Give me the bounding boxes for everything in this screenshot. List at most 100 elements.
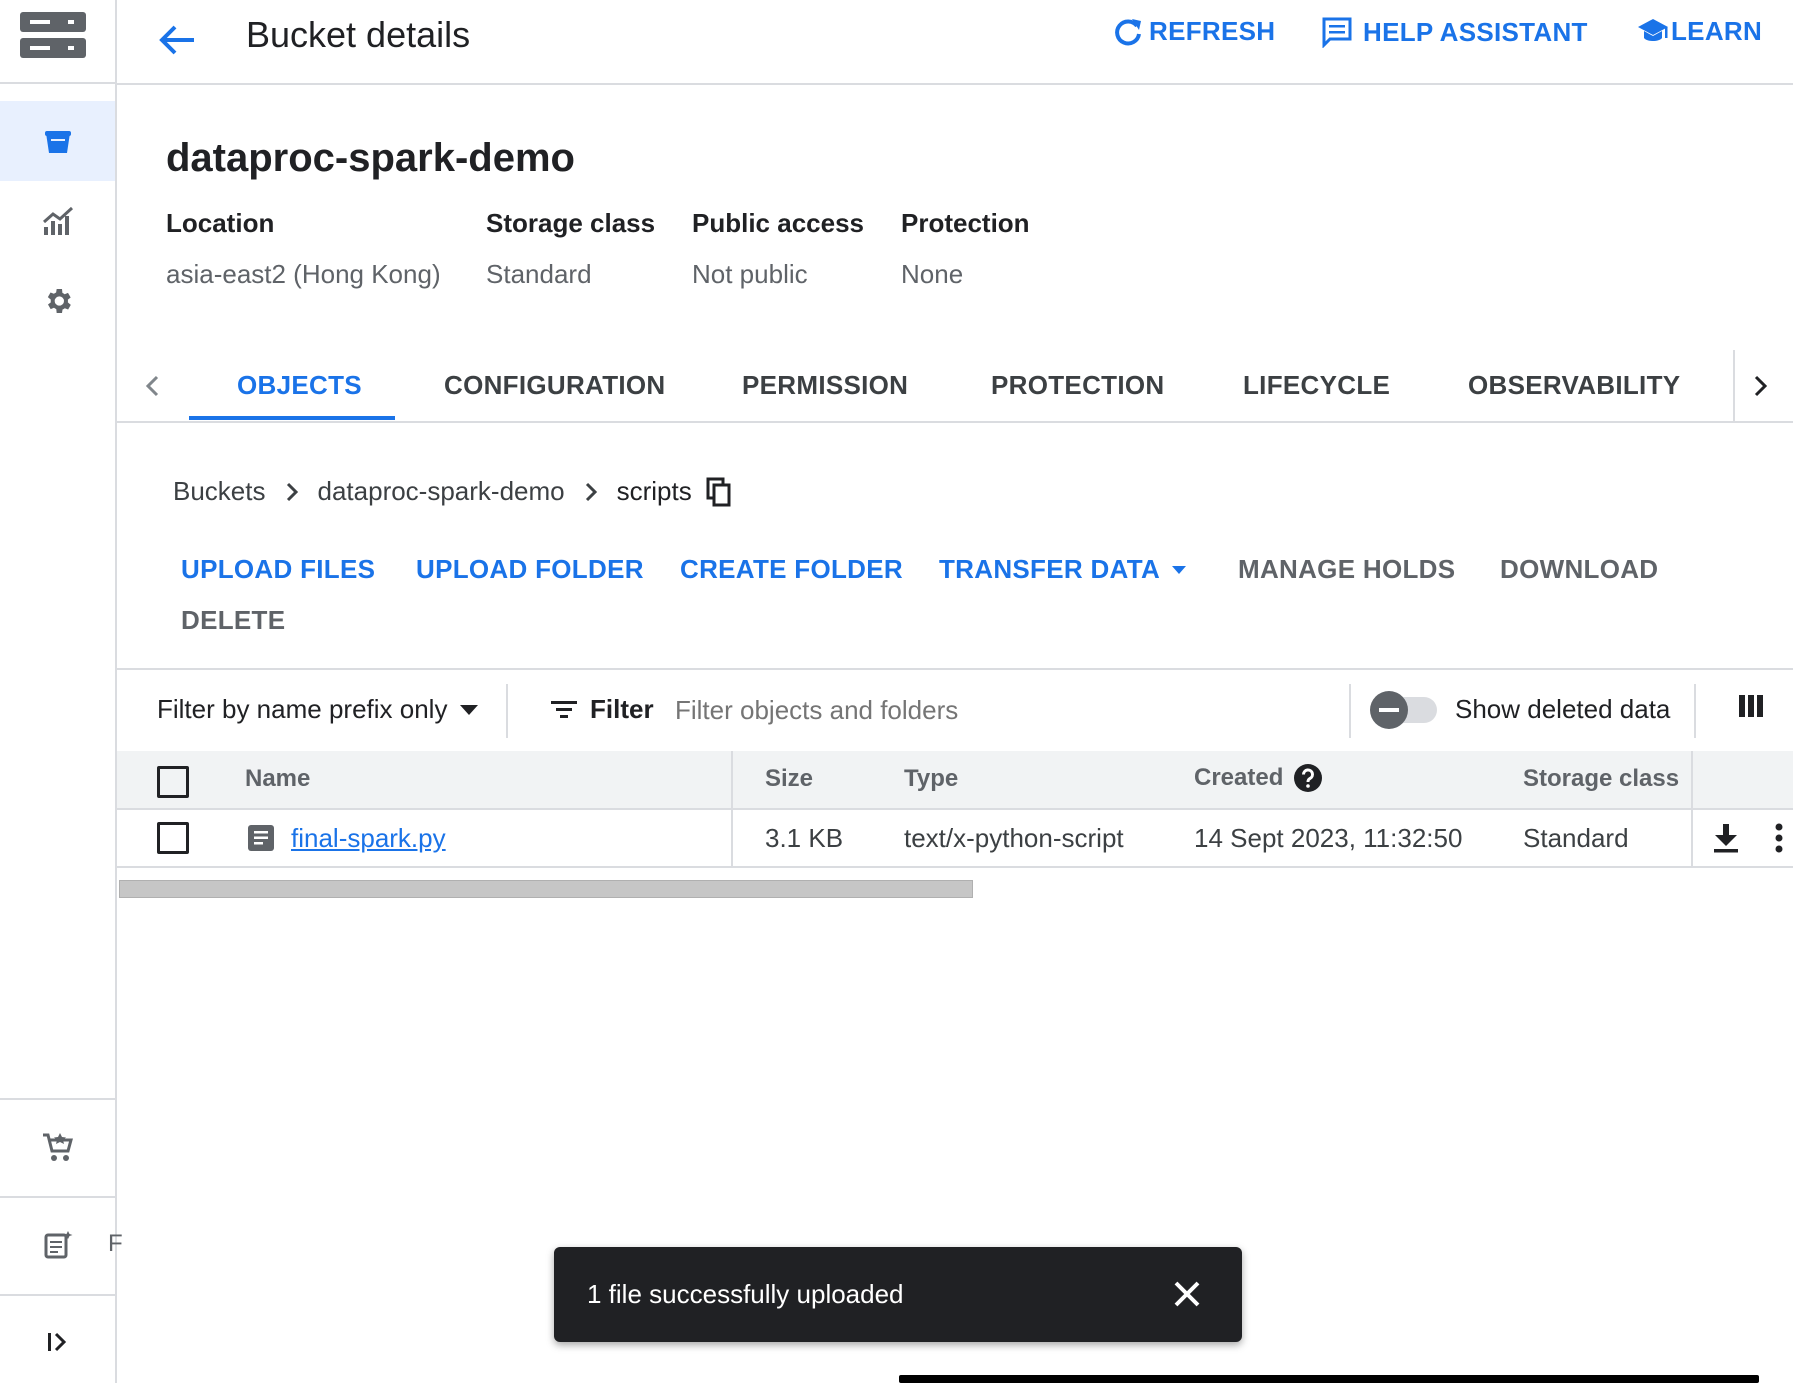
page-header: Bucket details REFRESH HELP ASSISTANT LE… (117, 0, 1793, 85)
meta-value: None (901, 259, 964, 289)
manage-holds-button[interactable]: MANAGE HOLDS (1238, 554, 1455, 585)
meta-value: asia-east2 (Hong Kong) (166, 259, 441, 289)
back-button[interactable] (152, 15, 202, 65)
filter-objects-input[interactable] (675, 688, 1335, 732)
expand-sidebar-button[interactable] (0, 1302, 115, 1382)
view-columns-icon (1737, 692, 1765, 720)
filter-divider (506, 684, 508, 738)
table-row: final-spark.py 3.1 KB text/x-python-scri… (117, 810, 1793, 868)
close-icon (1172, 1279, 1202, 1309)
filter-mode-label: Filter by name prefix only (157, 694, 448, 724)
help-assistant-label: HELP ASSISTANT (1363, 16, 1588, 47)
filter-bar: Filter by name prefix only Filter Show d… (117, 668, 1793, 753)
chevron-right-icon (583, 480, 599, 504)
object-storage-class: Standard (1523, 823, 1629, 853)
filter-mode-select[interactable]: Filter by name prefix only (157, 694, 479, 725)
filter-divider (1349, 684, 1351, 738)
page-title: Bucket details (246, 14, 471, 55)
select-all-checkbox[interactable] (157, 766, 189, 798)
create-folder-button[interactable]: CREATE FOLDER (680, 554, 903, 585)
column-header-size[interactable]: Size (765, 765, 813, 793)
download-button[interactable]: DOWNLOAD (1500, 554, 1658, 585)
refresh-button[interactable]: REFRESH (1113, 16, 1275, 47)
help-circle-icon[interactable] (1293, 763, 1323, 793)
column-header-type[interactable]: Type (904, 765, 958, 793)
rail-item-release-notes[interactable] (0, 1205, 115, 1285)
release-notes-icon (42, 1229, 74, 1261)
upload-files-button[interactable]: UPLOAD FILES (181, 554, 375, 585)
left-navigation-rail: F (0, 0, 123, 1383)
chevron-right-icon (284, 480, 300, 504)
tab-protection[interactable]: PROTECTION (991, 350, 1164, 421)
storage-logo-icon[interactable] (18, 10, 88, 60)
show-deleted-label: Show deleted data (1455, 694, 1671, 724)
column-header-name[interactable]: Name (245, 765, 310, 793)
transfer-data-label: TRANSFER DATA (939, 554, 1161, 584)
column-header-created[interactable]: Created (1194, 763, 1323, 793)
expand-sidebar-icon (44, 1328, 72, 1356)
table-header-row: Name Size Type Created Storage class (117, 751, 1793, 810)
caret-down-icon (1170, 564, 1188, 576)
tab-lifecycle[interactable]: LIFECYCLE (1243, 350, 1390, 421)
refresh-label: REFRESH (1149, 16, 1276, 46)
active-tab-indicator (189, 416, 395, 420)
snackbar-close-button[interactable] (1162, 1269, 1212, 1319)
learn-button[interactable]: LEARN (1637, 16, 1762, 47)
rail-divider (0, 1196, 115, 1198)
show-deleted-toggle[interactable] (1367, 688, 1439, 732)
rail-item-monitoring[interactable] (0, 181, 115, 261)
column-header-storage-class[interactable]: Storage class (1523, 765, 1679, 793)
filter-label: Filter (590, 694, 654, 724)
tab-objects[interactable]: OBJECTS (237, 350, 362, 421)
refresh-icon (1113, 17, 1143, 47)
filter-button[interactable]: Filter (550, 694, 654, 725)
rail-item-buckets[interactable] (0, 101, 115, 181)
tab-permission[interactable]: PERMISSION (742, 350, 908, 421)
breadcrumb-current-folder: scripts (616, 476, 692, 506)
copy-path-button[interactable] (706, 477, 732, 507)
rail-item-marketplace[interactable] (0, 1107, 115, 1187)
help-assistant-button[interactable]: HELP ASSISTANT (1321, 16, 1588, 48)
snackbar-message: 1 file successfully uploaded (587, 1279, 904, 1309)
sidebar-partial-label: F (108, 1230, 123, 1257)
download-object-button[interactable] (1711, 822, 1741, 854)
download-icon (1711, 822, 1741, 854)
row-select-checkbox[interactable] (157, 822, 189, 854)
tab-configuration[interactable]: CONFIGURATION (444, 350, 666, 421)
breadcrumb: Buckets dataproc-spark-demo scripts (173, 476, 732, 507)
learn-label: LEARN (1671, 16, 1763, 46)
bucket-meta-protection: Protection None (901, 208, 1030, 290)
breadcrumb-buckets[interactable]: Buckets (173, 476, 266, 507)
meta-value: Not public (692, 259, 808, 289)
rail-divider (0, 82, 115, 84)
bucket-meta-storage-class: Storage class Standard (486, 208, 655, 290)
tabs-scroll-left-button[interactable] (128, 350, 178, 421)
bucket-icon (42, 125, 74, 157)
rail-divider (0, 1294, 115, 1296)
column-display-options-button[interactable] (1737, 692, 1765, 720)
settings-icon (42, 285, 74, 317)
rail-item-settings[interactable] (0, 261, 115, 341)
breadcrumb-bucket[interactable]: dataproc-spark-demo (318, 476, 565, 507)
bucket-meta-public-access: Public access Not public (692, 208, 864, 290)
more-vert-icon (1773, 822, 1785, 854)
bucket-tabs: OBJECTS CONFIGURATION PERMISSION PROTECT… (117, 350, 1793, 423)
back-arrow-icon (158, 23, 196, 57)
object-size: 3.1 KB (765, 823, 844, 853)
delete-button[interactable]: DELETE (181, 605, 285, 636)
learn-icon (1637, 17, 1669, 47)
copy-icon (706, 477, 732, 507)
created-header-label: Created (1194, 764, 1284, 791)
transfer-data-button[interactable]: TRANSFER DATA (939, 554, 1188, 585)
more-actions-button[interactable] (1773, 822, 1785, 854)
horizontal-scrollbar[interactable] (119, 880, 973, 898)
monitoring-icon (41, 205, 75, 237)
filter-divider (1694, 684, 1696, 738)
object-name-link[interactable]: final-spark.py (291, 823, 446, 854)
upload-folder-button[interactable]: UPLOAD FOLDER (416, 554, 644, 585)
chevron-left-icon (143, 373, 163, 399)
tab-observability[interactable]: OBSERVABILITY (1468, 350, 1680, 421)
chevron-right-icon (1750, 373, 1770, 399)
tabs-scroll-right-button[interactable] (1733, 350, 1785, 421)
bottom-panel-edge (899, 1375, 1759, 1383)
